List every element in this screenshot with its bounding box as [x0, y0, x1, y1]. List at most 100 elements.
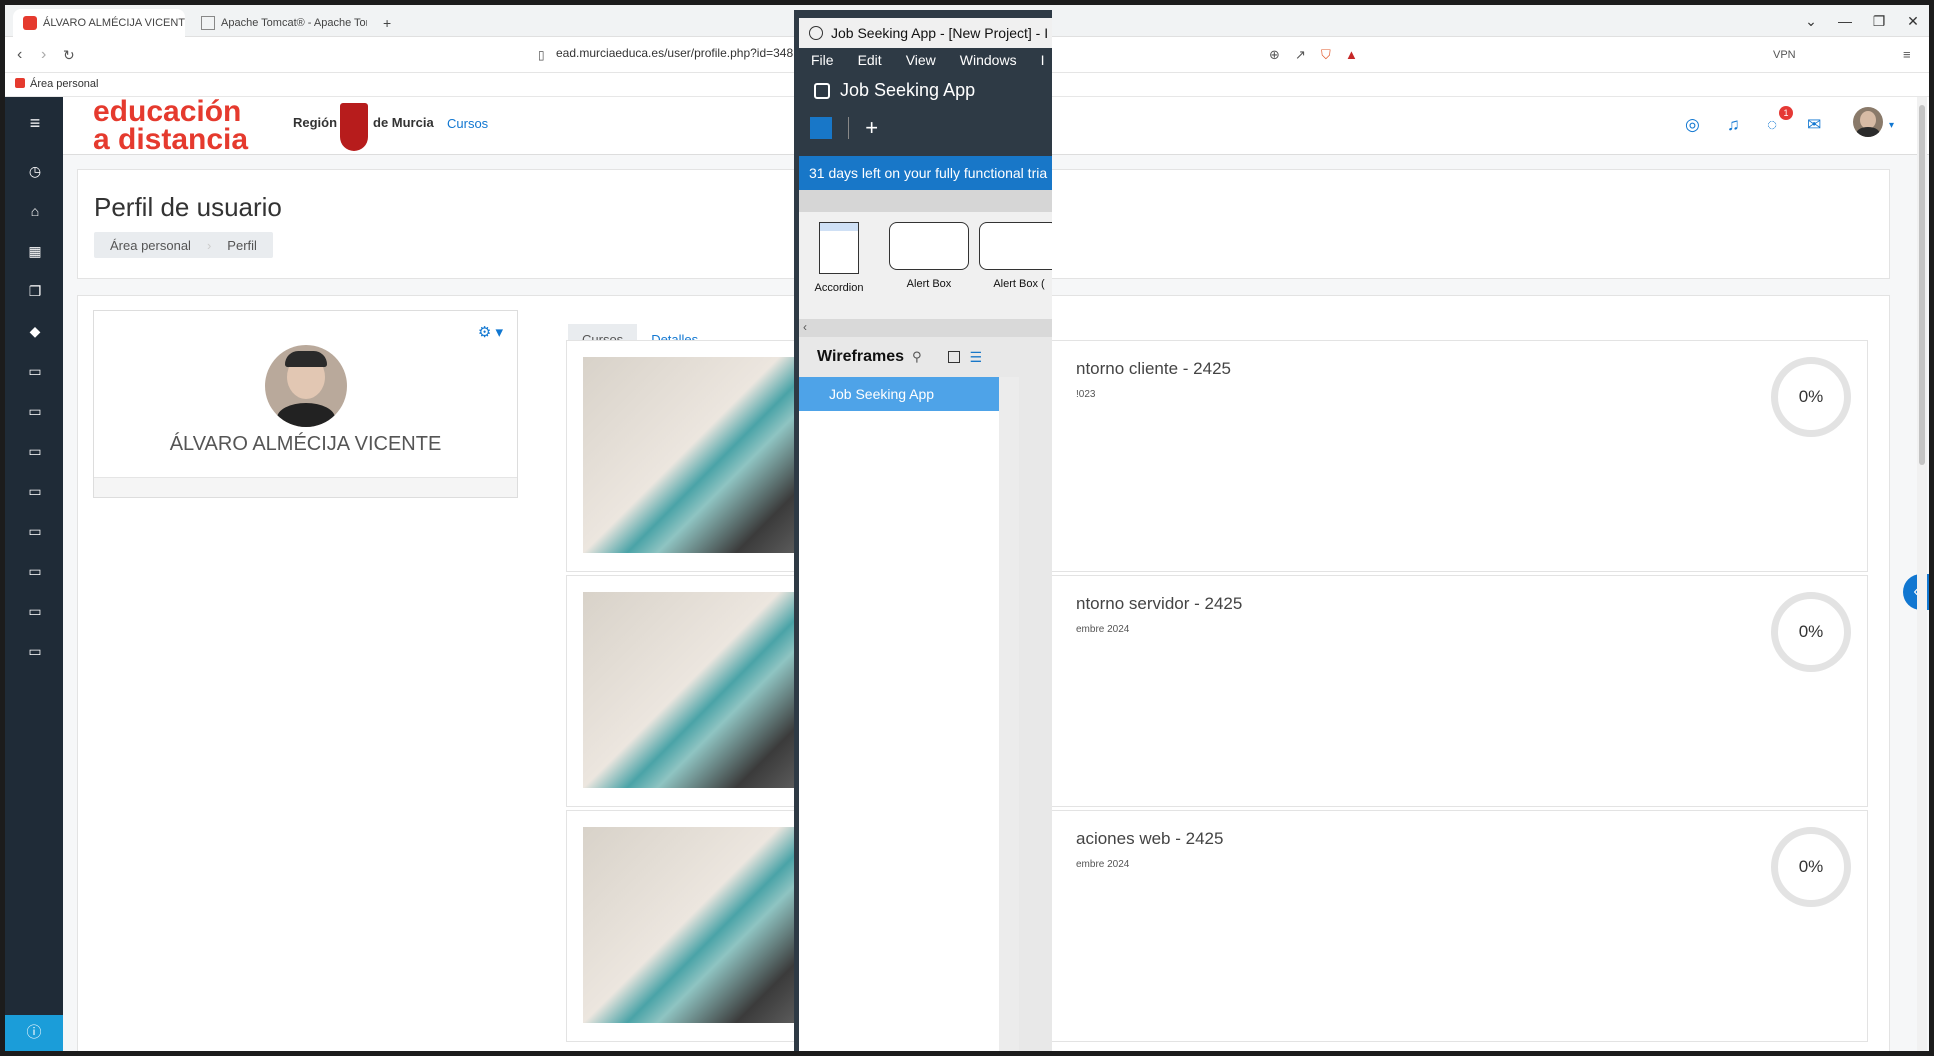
folder-icon[interactable]: ▭: [25, 561, 45, 581]
balsamiq-window: Job Seeking App - [New Project] - I File…: [794, 10, 1052, 1051]
hamburger-icon[interactable]: ≡: [25, 113, 45, 133]
calendar-icon[interactable]: ▦: [25, 241, 45, 261]
dashboard-icon[interactable]: ◷: [25, 161, 45, 181]
tab-tomcat[interactable]: Apache Tomcat® - Apache Tomcat: [191, 9, 367, 37]
avatar[interactable]: [1853, 107, 1883, 137]
palette-alert-box[interactable]: Alert Box: [889, 222, 969, 290]
folder-icon[interactable]: ▭: [25, 481, 45, 501]
user-card: ⚙ ▾ ÁLVARO ALMÉCIJA VICENTE: [93, 310, 518, 498]
menu-file[interactable]: File: [799, 48, 846, 72]
course-card[interactable]: aciones web - 2425 embre 2024 0%: [566, 810, 1868, 1042]
palette-label: Alert Box: [906, 278, 952, 290]
bell-icon[interactable]: ♫: [1727, 115, 1740, 135]
menu-windows[interactable]: Windows: [948, 48, 1029, 72]
share-icon[interactable]: ↗: [1295, 47, 1306, 63]
course-title[interactable]: ntorno servidor - 2425: [1076, 594, 1242, 614]
course-image: [583, 357, 823, 553]
breadcrumb-area-personal[interactable]: Área personal: [94, 238, 207, 253]
alert-box-icon: [979, 222, 1052, 270]
home-icon[interactable]: ⌂: [25, 201, 45, 221]
wireframes-header: Wireframes ⚲ ☰: [799, 337, 1019, 377]
wireframes-scrollbar[interactable]: [999, 377, 1019, 1051]
folder-icon[interactable]: ▭: [25, 361, 45, 381]
reload-icon[interactable]: ↻: [63, 47, 75, 64]
tab-profile[interactable]: ÁLVARO ALMÉCIJA VICENTE: Pe ✕: [13, 9, 185, 37]
vpn-label[interactable]: VPN: [1773, 49, 1796, 61]
folder-icon[interactable]: ▭: [25, 641, 45, 661]
breadcrumb: Área personal › Perfil: [94, 232, 273, 258]
menu-view[interactable]: View: [894, 48, 948, 72]
wireframes-list: Job Seeking App: [799, 377, 1019, 1051]
course-card[interactable]: ntorno servidor - 2425 embre 2024 0%: [566, 575, 1868, 807]
region-label-2: de Murcia: [373, 115, 434, 130]
user-name: ÁLVARO ALMÉCIJA VICENTE: [169, 433, 442, 455]
bookmark-area-personal[interactable]: Área personal: [30, 78, 99, 90]
folder-icon[interactable]: ▭: [25, 521, 45, 541]
help-icon[interactable]: ⓘ: [5, 1015, 63, 1051]
course-card[interactable]: ntorno cliente - 2425 !023 0%: [566, 340, 1868, 572]
chevron-left-icon[interactable]: ‹: [803, 320, 807, 334]
accordion-icon: [819, 222, 859, 274]
wireframe-item[interactable]: Job Seeking App: [799, 377, 999, 411]
menu-edit[interactable]: Edit: [846, 48, 894, 72]
quick-add-bar: [799, 190, 1052, 212]
chevron-down-icon[interactable]: ▾: [1889, 120, 1894, 131]
canvas-edge: [1019, 337, 1052, 1051]
list-view-icon[interactable]: ☰: [970, 349, 983, 366]
course-image: [583, 827, 823, 1023]
logo-line2[interactable]: a distancia: [93, 125, 248, 155]
brave-shield-icon[interactable]: ⛉: [1321, 47, 1331, 63]
rewards-icon[interactable]: ▲: [1345, 47, 1358, 62]
tab-search-icon[interactable]: ⌄: [1793, 5, 1829, 37]
breadcrumb-perfil[interactable]: Perfil: [211, 238, 273, 253]
folder-icon[interactable]: ▭: [25, 441, 45, 461]
grid-view-icon[interactable]: [810, 117, 832, 140]
mail-icon[interactable]: ✉: [1807, 115, 1821, 135]
minimize-button[interactable]: —: [1827, 5, 1863, 37]
nav-drawer: ≡ ◷ ⌂ ▦ ❐ ◆ ▭ ▭ ▭ ▭ ▭ ▭ ▭ ▭ ⓘ: [5, 97, 63, 1051]
chat-icon[interactable]: ◌: [1767, 115, 1777, 135]
palette-label: Accordion: [814, 282, 864, 294]
course-date: embre 2024: [1076, 624, 1130, 635]
trial-banner[interactable]: 31 days left on your fully functional tr…: [799, 156, 1052, 190]
close-window-button[interactable]: ✕: [1895, 5, 1929, 37]
course-title[interactable]: aciones web - 2425: [1076, 829, 1223, 849]
menu-more[interactable]: I: [1029, 48, 1052, 72]
single-view-icon[interactable]: [947, 351, 960, 363]
page-scrollbar[interactable]: [1917, 97, 1927, 1051]
palette-scrollbar[interactable]: ‹: [799, 319, 1052, 337]
graduation-cap-icon[interactable]: ◆: [25, 321, 45, 341]
new-tab-button[interactable]: +: [373, 9, 401, 37]
moodle-icon: [23, 16, 37, 30]
progress-ring: 0%: [1771, 357, 1851, 437]
gear-icon[interactable]: ⚙ ▾: [478, 323, 503, 341]
course-date: embre 2024: [1076, 859, 1130, 870]
project-icon: [814, 82, 830, 99]
palette-alert-box-2[interactable]: Alert Box (: [979, 222, 1052, 290]
menu-icon[interactable]: ≡: [1903, 47, 1911, 62]
bookmark-icon[interactable]: ▯: [538, 48, 545, 62]
back-icon[interactable]: ‹: [17, 46, 22, 64]
tab-label: Apache Tomcat® - Apache Tomcat: [221, 17, 367, 29]
forward-icon[interactable]: ›: [41, 46, 46, 64]
language-icon[interactable]: ◎: [1685, 115, 1700, 135]
add-icon[interactable]: +: [865, 115, 878, 140]
branch-icon[interactable]: ⚲: [912, 349, 922, 365]
moodle-icon: [15, 78, 25, 88]
palette-accordion[interactable]: Accordion: [799, 222, 879, 294]
messages-badge: 1: [1779, 106, 1793, 120]
nav-cursos-link[interactable]: Cursos: [447, 116, 488, 131]
folder-icon[interactable]: ▭: [25, 401, 45, 421]
project-name: Job Seeking App: [840, 80, 976, 100]
files-icon[interactable]: ❐: [25, 281, 45, 301]
course-image: [583, 592, 823, 788]
course-date: !023: [1076, 389, 1096, 400]
folder-icon[interactable]: ▭: [25, 601, 45, 621]
app-title-bar: Job Seeking App - [New Project] - I: [799, 18, 1052, 48]
page-title: Perfil de usuario: [94, 192, 282, 222]
zoom-icon[interactable]: ⊕: [1269, 47, 1280, 63]
course-title[interactable]: ntorno cliente - 2425: [1076, 359, 1231, 379]
url-field[interactable]: ead.murciaeduca.es/user/profile.php?id=3…: [556, 46, 793, 60]
wireframes-label: Wireframes: [817, 348, 905, 365]
restore-button[interactable]: ❐: [1861, 5, 1897, 37]
